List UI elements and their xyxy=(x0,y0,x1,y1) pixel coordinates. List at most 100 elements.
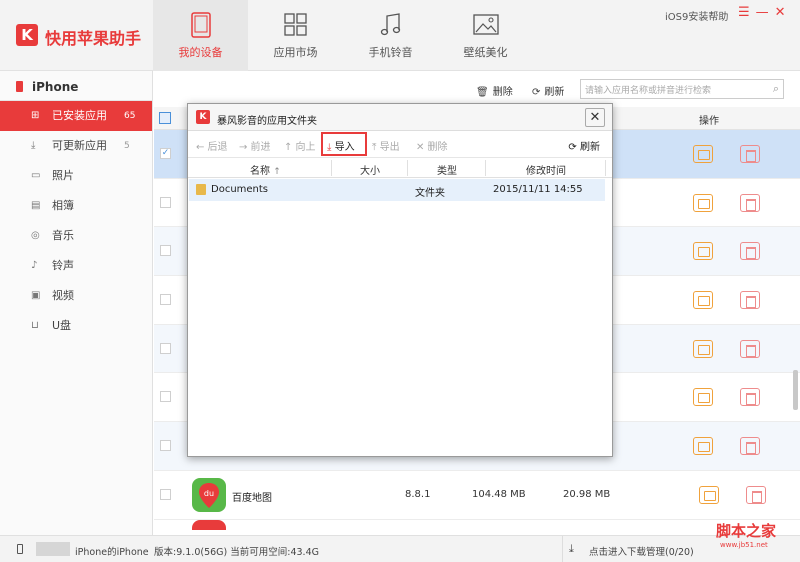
sidebar-item-ringtones[interactable]: ♪ 铃声 xyxy=(0,251,152,281)
baidu-map-icon-text: du xyxy=(204,489,214,498)
up-button[interactable]: ↑ 向上 xyxy=(284,138,316,153)
row-checkbox[interactable] xyxy=(160,488,171,500)
import-button[interactable]: ⤓ 导入 xyxy=(327,138,355,153)
uninstall-button[interactable] xyxy=(740,291,760,310)
open-folder-button[interactable] xyxy=(693,242,713,261)
import-icon: ⤓ xyxy=(327,142,332,153)
uninstall-button[interactable] xyxy=(740,388,760,407)
close-icon[interactable]: ✕ xyxy=(775,5,792,20)
phone-icon xyxy=(17,544,23,554)
nav-wallpaper[interactable]: 壁纸美化 xyxy=(438,0,533,71)
export-icon: ⤒ xyxy=(372,142,377,153)
file-list-header: 名称 ↑ 大小 类型 修改时间 xyxy=(188,158,612,178)
select-all-checkbox[interactable] xyxy=(159,112,171,124)
open-folder-button[interactable] xyxy=(693,437,713,456)
minimize-icon[interactable]: — xyxy=(756,5,775,20)
column-modified[interactable]: 修改时间 xyxy=(526,162,566,177)
ios9-help-link[interactable]: iOS9安装帮助 xyxy=(665,8,728,23)
column-name[interactable]: 名称 ↑ xyxy=(250,162,281,177)
column-size[interactable]: 大小 xyxy=(360,162,380,177)
nav-label: 手机铃音 xyxy=(368,46,413,59)
app-icon xyxy=(192,519,226,530)
uninstall-button[interactable] xyxy=(740,437,760,456)
uninstall-button[interactable] xyxy=(746,485,766,504)
row-checkbox[interactable] xyxy=(160,294,171,306)
export-button[interactable]: ⤒ 导出 xyxy=(372,138,400,153)
open-folder-button[interactable] xyxy=(699,485,719,504)
uninstall-button[interactable] xyxy=(740,242,760,261)
nav-app-market[interactable]: 应用市场 xyxy=(248,0,343,71)
dialog-delete-button[interactable]: ✕ 删除 xyxy=(416,138,448,153)
row-checkbox[interactable] xyxy=(160,391,171,403)
dialog-close-button[interactable]: ✕ xyxy=(585,108,605,127)
table-row[interactable]: du 百度地图 8.8.1 104.48 MB 20.98 MB xyxy=(154,471,800,520)
row-checkbox[interactable]: ✓ xyxy=(160,148,171,159)
open-folder-button[interactable] xyxy=(693,145,713,163)
search-placeholder: 请输入应用名称或拼音进行检索 xyxy=(585,86,712,96)
window-controls: ☰—✕ xyxy=(738,5,792,20)
menu-icon[interactable]: ☰ xyxy=(738,5,756,20)
open-folder-button[interactable] xyxy=(693,388,713,407)
sidebar-item-label: U盘 xyxy=(52,319,72,332)
sidebar-item-music[interactable]: ◎ 音乐 xyxy=(0,221,152,251)
open-folder-button[interactable] xyxy=(693,339,713,358)
app-name: 百度地图 xyxy=(232,492,272,504)
uninstall-button[interactable] xyxy=(740,339,760,358)
app-search-input[interactable]: 请输入应用名称或拼音进行检索 ⌕ xyxy=(580,79,784,99)
uninstall-button[interactable] xyxy=(740,193,760,212)
app-doc-size: 20.98 MB xyxy=(563,488,611,500)
search-icon[interactable]: ⌕ xyxy=(773,82,779,96)
row-checkbox[interactable] xyxy=(160,196,171,208)
row-checkbox[interactable] xyxy=(160,245,171,257)
uninstall-button[interactable] xyxy=(740,145,760,163)
file-name: Documents xyxy=(211,184,269,195)
download-icon: ⤓ xyxy=(569,542,574,555)
device-name: iPhone xyxy=(32,80,79,94)
open-folder-button[interactable] xyxy=(693,193,713,212)
sidebar-item-label: 已安装应用 xyxy=(52,109,107,122)
open-folder-button[interactable] xyxy=(693,291,713,310)
dialog-refresh-button[interactable]: ⟳ 刷新 xyxy=(568,138,600,153)
sidebar-item-albums[interactable]: ▤ 相簿 xyxy=(0,191,152,221)
nav-ringtones[interactable]: 手机铃音 xyxy=(343,0,438,71)
refresh-button[interactable]: ⟳ 刷新 xyxy=(532,83,564,98)
usb-drive-icon: ⊔ xyxy=(31,320,39,331)
app-folder-dialog: K 暴风影音的应用文件夹 ✕ ← 后退 → 前进 ↑ 向上 ⤓ 导入 ⤒ 导出 … xyxy=(187,103,613,457)
delete-button[interactable]: 🗑 删除 xyxy=(476,83,513,98)
column-type[interactable]: 类型 xyxy=(437,162,457,177)
sidebar-item-videos[interactable]: ▣ 视频 xyxy=(0,281,152,311)
table-row[interactable] xyxy=(154,519,800,536)
row-checkbox[interactable] xyxy=(160,342,171,354)
file-type: 文件夹 xyxy=(415,188,445,199)
sidebar-item-updatable-apps[interactable]: ⤓ 可更新应用 5 xyxy=(0,131,152,161)
nav-label: 我的设备 xyxy=(178,46,223,59)
refresh-icon: ⟳ xyxy=(568,142,577,153)
dialog-title-bar: K 暴风影音的应用文件夹 ✕ xyxy=(188,104,612,131)
sidebar-item-label: 可更新应用 xyxy=(52,139,107,152)
trash-icon: 🗑 xyxy=(476,87,489,98)
file-row[interactable]: Documents 文件夹 2015/11/11 14:55 xyxy=(189,179,605,201)
grid-icon xyxy=(283,13,307,36)
dialog-title: 暴风影音的应用文件夹 xyxy=(217,116,317,127)
video-icon: ▣ xyxy=(31,290,41,301)
sidebar: iPhone ⊞ 已安装应用 65 ⤓ 可更新应用 5 ▭ 照片 ▤ 相簿 ◎ … xyxy=(0,71,153,535)
album-icon: ▤ xyxy=(31,200,41,211)
forward-button[interactable]: → 前进 xyxy=(239,138,271,153)
nav-label: 壁纸美化 xyxy=(463,46,508,59)
device-header[interactable]: iPhone xyxy=(0,71,152,101)
back-button[interactable]: ← 后退 xyxy=(196,138,228,153)
tablet-icon xyxy=(190,12,211,38)
top-bar: K 快用苹果助手 我的设备 应用市场 手机铃音 壁纸美化 iOS9安装帮助 ☰—… xyxy=(0,0,800,71)
row-checkbox[interactable] xyxy=(160,440,171,452)
app-version: 8.8.1 xyxy=(405,488,431,500)
sidebar-item-usb-drive[interactable]: ⊔ U盘 xyxy=(0,311,152,341)
table-scrollbar[interactable] xyxy=(793,370,798,410)
folder-icon xyxy=(196,184,206,195)
sidebar-item-label: 相簿 xyxy=(52,199,74,212)
column-operations: 操作 xyxy=(699,116,719,127)
sidebar-item-installed-apps[interactable]: ⊞ 已安装应用 65 xyxy=(0,101,152,131)
sidebar-item-photos[interactable]: ▭ 照片 xyxy=(0,161,152,191)
nav-my-device[interactable]: 我的设备 xyxy=(153,0,248,71)
download-manager-label: 点击进入下载管理(0/20) xyxy=(589,547,694,558)
app-logo: K xyxy=(16,24,38,46)
